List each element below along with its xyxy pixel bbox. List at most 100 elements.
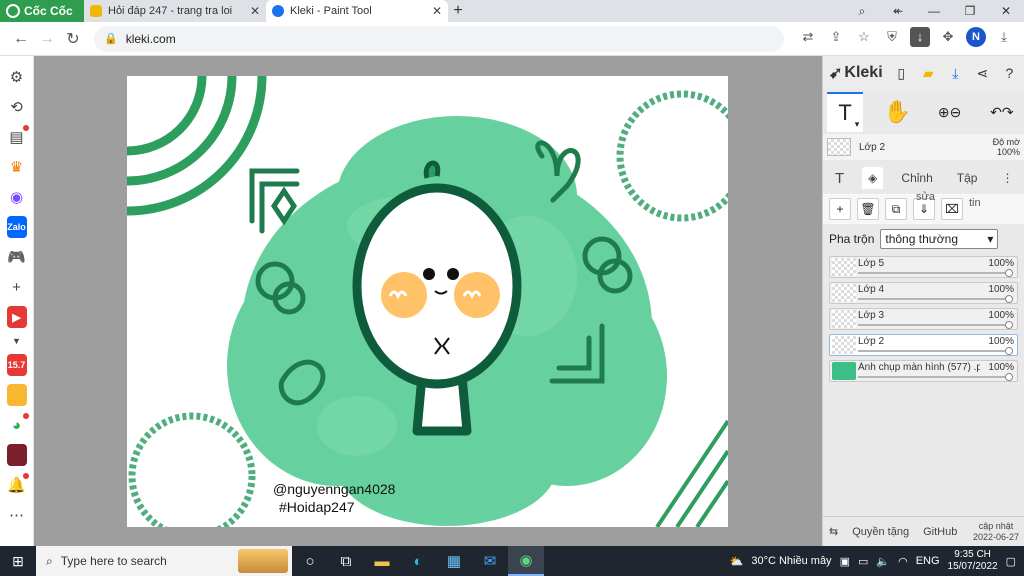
notes-icon[interactable]: ▤ xyxy=(7,125,29,148)
tab-hoidap[interactable]: Hỏi đáp 247 - trang tra loi ✕ xyxy=(84,0,266,22)
layer-item[interactable]: Lớp 4 100% xyxy=(829,282,1018,304)
undo-redo-buttons[interactable]: ↶↷ xyxy=(984,92,1020,132)
layer-item[interactable]: Lớp 3 100% xyxy=(829,308,1018,330)
task-view-icon[interactable]: ⧉ xyxy=(328,546,364,576)
zalo-icon[interactable]: Zalo xyxy=(6,216,27,238)
tab-kleki[interactable]: Kleki - Paint Tool ✕ xyxy=(266,0,448,22)
opacity-slider[interactable] xyxy=(858,272,1011,274)
delete-layer-button[interactable]: 🗑 xyxy=(857,198,879,220)
taskbar-search[interactable]: ⌕ Type here to search xyxy=(36,546,292,576)
layer-item-selected[interactable]: Lớp 2 100% xyxy=(829,334,1018,356)
windows-start-icon[interactable]: ⊞ xyxy=(0,553,36,570)
url-input[interactable]: 🔒 kleki.com xyxy=(94,25,784,52)
weather-text[interactable]: 30°C Nhiều mây xyxy=(751,555,831,567)
crown-icon[interactable]: ♛ xyxy=(7,156,27,178)
layer-item[interactable]: Ảnh chụp màn hình (577) .pn 100% xyxy=(829,360,1018,382)
extensions-icon[interactable]: ✥ xyxy=(938,27,958,47)
game2-icon[interactable] xyxy=(6,444,27,466)
messenger-icon[interactable]: ◉ xyxy=(7,186,27,208)
chevron-down-icon[interactable]: ▼ xyxy=(7,336,27,346)
volume-icon[interactable]: 🔈 xyxy=(876,555,890,568)
tab-layers-icon[interactable]: ◈ xyxy=(862,167,884,189)
update-info[interactable]: cập nhật 2022-06-27 xyxy=(973,521,1019,543)
privacy-link[interactable]: Quyền tặng xyxy=(852,526,909,538)
tab-edit[interactable]: Chỉnh xyxy=(895,167,938,189)
minimize-icon[interactable]: — xyxy=(916,0,952,22)
clock[interactable]: 9:35 CH 15/07/2022 xyxy=(948,549,998,573)
back-button[interactable]: ← xyxy=(8,30,34,48)
blend-mode-select[interactable]: thông thường xyxy=(880,229,999,249)
drawing-canvas[interactable]: @nguyenngan4028 #Hoidap247 xyxy=(127,76,728,527)
download-page-icon[interactable]: ↓ xyxy=(910,27,930,47)
rename-layer-button[interactable]: ⌧ xyxy=(941,198,963,220)
wifi-icon[interactable]: ◠ xyxy=(898,555,908,568)
tab-file[interactable]: Tập xyxy=(951,167,984,189)
opacity-slider-knob[interactable] xyxy=(1005,295,1013,303)
opacity-slider-knob[interactable] xyxy=(1005,321,1013,329)
layer-item[interactable]: Lớp 5 100% xyxy=(829,256,1018,278)
downloads-icon[interactable]: ⤓ xyxy=(994,27,1014,47)
merge-layer-button[interactable]: ⇓ sửa xyxy=(913,191,935,220)
battery-icon[interactable]: ▭ xyxy=(858,555,868,568)
game-icon[interactable] xyxy=(6,384,27,406)
layer-name: Lớp 3 xyxy=(858,310,885,321)
browser-brand[interactable]: Cốc Cốc xyxy=(0,0,84,22)
kleki-logo[interactable]: ➹ Kleki xyxy=(829,63,883,83)
canvas-workspace[interactable]: @nguyenngan4028 #Hoidap247 xyxy=(34,56,822,546)
file-explorer-icon[interactable]: ▬ xyxy=(364,546,400,576)
cortana-icon[interactable]: ○ xyxy=(292,546,328,576)
gear-icon[interactable]: ⚙ xyxy=(7,66,27,88)
back-history-icon[interactable]: ↞ xyxy=(880,0,916,22)
close-window-icon[interactable]: ✕ xyxy=(988,0,1024,22)
hand-tool-button[interactable]: ✋ xyxy=(879,92,915,132)
opacity-slider-knob[interactable] xyxy=(1005,347,1013,355)
add-layer-button[interactable]: + xyxy=(829,198,851,220)
new-file-icon[interactable]: ▯ xyxy=(893,64,910,82)
duplicate-layer-button[interactable]: ⧉ xyxy=(885,198,907,220)
opacity-slider[interactable] xyxy=(858,324,1011,326)
bell-icon[interactable]: 🔔 xyxy=(7,473,29,496)
reload-button[interactable]: ↻ xyxy=(60,29,86,49)
forward-button[interactable]: → xyxy=(34,30,60,48)
share-icon[interactable]: ⇪ xyxy=(826,27,846,47)
more-vert-icon[interactable]: ⋮ xyxy=(995,167,1019,189)
close-tab-icon[interactable]: ✕ xyxy=(250,4,260,18)
tab-text-icon[interactable]: T xyxy=(829,166,850,191)
shop-icon[interactable]: 15.7 xyxy=(6,354,27,376)
opacity-slider[interactable] xyxy=(858,350,1011,352)
opacity-slider[interactable] xyxy=(858,298,1011,300)
weather-icon[interactable]: ⛅ xyxy=(730,555,744,568)
opacity-slider-knob[interactable] xyxy=(1005,373,1013,381)
share-icon[interactable]: ⋖ xyxy=(974,64,991,82)
more-icon[interactable]: ⋯ xyxy=(7,504,27,526)
opacity-slider[interactable] xyxy=(858,376,1011,378)
translate-icon[interactable]: ⇄ xyxy=(798,27,818,47)
chrome-icon[interactable]: ◕ xyxy=(7,413,29,436)
text-tool-button[interactable]: T ▾ xyxy=(827,92,864,132)
shield-icon[interactable]: ⛨ xyxy=(882,27,902,47)
help-icon[interactable]: ? xyxy=(1001,64,1018,82)
new-tab-button[interactable]: + xyxy=(448,0,468,22)
youtube-icon[interactable]: ▶ xyxy=(6,306,27,328)
swap-icon[interactable]: ⇆ xyxy=(829,525,838,538)
history-icon[interactable]: ⟲ xyxy=(7,96,27,118)
language-indicator[interactable]: ENG xyxy=(916,555,940,567)
coccoc-taskbar-icon[interactable]: ◉ xyxy=(508,546,544,576)
gamepad-icon[interactable]: 🎮 xyxy=(7,246,27,268)
opacity-slider-knob[interactable] xyxy=(1005,269,1013,277)
edge-icon[interactable]: ◐ xyxy=(400,546,436,576)
close-tab-icon[interactable]: ✕ xyxy=(432,4,442,18)
notification-icon[interactable]: ▢ xyxy=(1006,555,1016,568)
zoom-buttons[interactable]: ⊕⊖ xyxy=(932,92,968,132)
open-folder-icon[interactable]: ▰ xyxy=(920,64,937,82)
search-tabs-icon[interactable]: ⌕ xyxy=(844,0,880,22)
profile-avatar[interactable]: N xyxy=(966,27,986,47)
download-icon[interactable]: ⤓ xyxy=(947,64,964,82)
star-icon[interactable]: ☆ xyxy=(854,27,874,47)
restore-icon[interactable]: ❐ xyxy=(952,0,988,22)
github-link[interactable]: GitHub xyxy=(923,526,957,538)
camera-icon[interactable]: ▣ xyxy=(840,555,850,568)
store-icon[interactable]: ▦ xyxy=(436,546,472,576)
mail-icon[interactable]: ✉ xyxy=(472,546,508,576)
add-icon[interactable]: + xyxy=(7,276,27,298)
